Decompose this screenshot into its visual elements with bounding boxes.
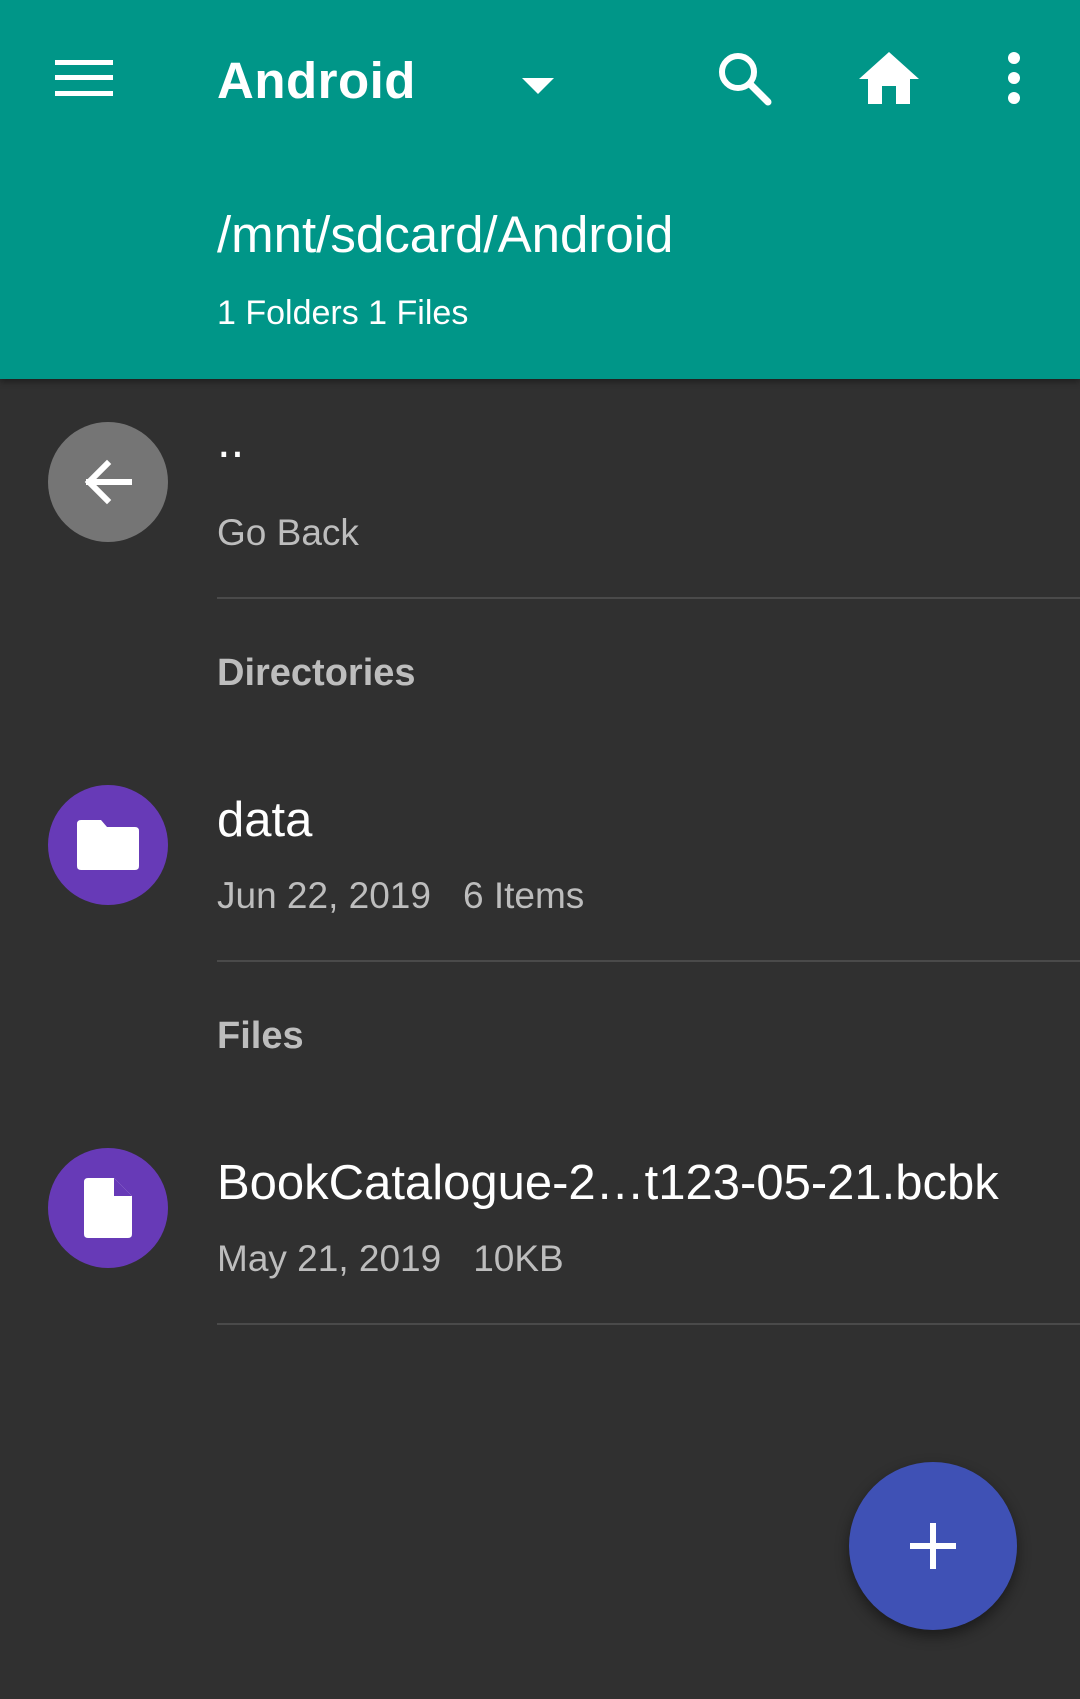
directory-name: data [217, 793, 313, 847]
file-date: May 21, 2019 [217, 1238, 442, 1279]
files-header: Files [217, 1015, 304, 1057]
file-avatar [48, 1148, 168, 1268]
current-path: /mnt/sdcard/Android [217, 206, 674, 263]
back-avatar [48, 422, 168, 542]
divider [217, 597, 1080, 599]
home-icon [859, 52, 919, 104]
plus-icon [910, 1523, 956, 1569]
search-button[interactable] [700, 38, 788, 118]
directory-date: Jun 22, 2019 [217, 875, 431, 916]
go-back-title: .. [217, 414, 245, 468]
app-bar: Android /mnt/sdcard/Android 1 Folders 1 … [0, 0, 1080, 379]
file-size: 10KB [473, 1238, 564, 1279]
folder-title-dropdown[interactable]: Android [217, 40, 577, 120]
list-item-directory[interactable]: data Jun 22, 2019 6 Items [0, 770, 1080, 960]
folder-file-count: 1 Folders 1 Files [217, 294, 469, 332]
hamburger-menu-icon [55, 60, 113, 96]
more-vert-icon [1008, 52, 1020, 104]
directory-meta: Jun 22, 2019 6 Items [217, 875, 584, 917]
go-back-row[interactable]: .. Go Back [0, 379, 1080, 599]
home-button[interactable] [845, 38, 933, 118]
go-back-subtitle: Go Back [217, 512, 359, 553]
directory-item-count: 6 Items [462, 875, 585, 916]
app-title: Android [217, 51, 416, 109]
add-fab-button[interactable] [849, 1462, 1017, 1630]
file-meta: May 21, 2019 10KB [217, 1238, 564, 1280]
file-icon [84, 1178, 132, 1238]
divider [217, 960, 1080, 962]
more-options-button[interactable] [970, 38, 1058, 118]
menu-button[interactable] [40, 38, 128, 118]
file-name: BookCatalogue-2…t123-05-21.bcbk [217, 1156, 999, 1210]
divider [217, 1323, 1080, 1325]
directories-header: Directories [217, 652, 416, 694]
folder-avatar [48, 785, 168, 905]
list-item-file[interactable]: BookCatalogue-2…t123-05-21.bcbk May 21, … [0, 1133, 1080, 1323]
folder-icon [77, 820, 139, 870]
arrow-back-icon [84, 459, 132, 505]
caret-down-icon [522, 78, 554, 94]
search-icon [719, 53, 772, 106]
